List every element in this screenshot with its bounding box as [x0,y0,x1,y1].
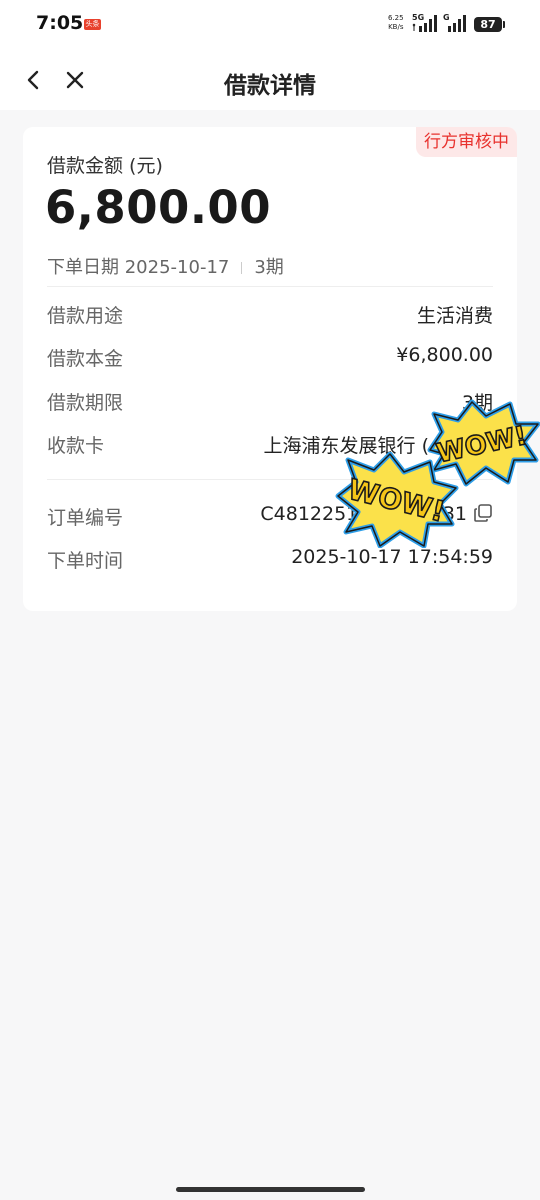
detail-label: 借款本金 [47,348,124,370]
nav-bar: 借款详情 [0,50,540,110]
detail-row-purpose: 借款用途 生活消费 [47,301,493,331]
order-date-label: 下单日期 [47,257,119,278]
copy-icon[interactable] [473,503,493,528]
signal-bars-icon [412,15,437,32]
status-badge: 行方审核中 [416,127,517,157]
battery-tip [503,21,505,28]
wow-sticker: WOW! [334,451,460,549]
wow-burst-icon: WOW! [335,451,459,549]
network-speed-value: 6.25 [388,14,404,22]
periods-value: 3期 [254,257,284,278]
detail-value: ¥6,800.00 [396,344,493,366]
detail-label: 收款卡 [47,435,105,457]
meta-separator [241,262,243,274]
detail-label: 借款期限 [47,392,124,414]
battery-indicator: 87 [474,17,502,32]
detail-label: 借款用途 [47,305,124,327]
detail-value: 生活消费 [416,305,493,327]
order-time-value: 2025-10-17 17:54:59 [291,546,493,568]
status-bar: 7:05 头条 6.25 KB/s 5G G 87 [0,0,540,50]
order-date-value: 2025-10-17 [124,257,230,278]
notification-badge: 头条 [84,19,101,30]
network-speed: 6.25 KB/s [388,14,404,32]
page-title: 借款详情 [224,73,316,99]
order-time-label: 下单时间 [47,550,124,572]
order-time-row: 下单时间 2025-10-17 17:54:59 [47,546,493,576]
home-indicator[interactable] [176,1187,365,1192]
amount-label: 借款金额 (元) [47,155,163,177]
signal-bars-icon [448,15,466,32]
order-meta: 下单日期 2025-10-17 3期 [47,253,284,279]
status-time: 7:05 [36,12,84,34]
detail-row-principal: 借款本金 ¥6,800.00 [47,344,493,374]
order-number-label: 订单编号 [47,507,124,529]
copy-icon-graphic [474,504,492,522]
network-speed-unit: KB/s [388,23,404,31]
divider [47,286,493,287]
amount-value: 6,800.00 [45,181,272,234]
